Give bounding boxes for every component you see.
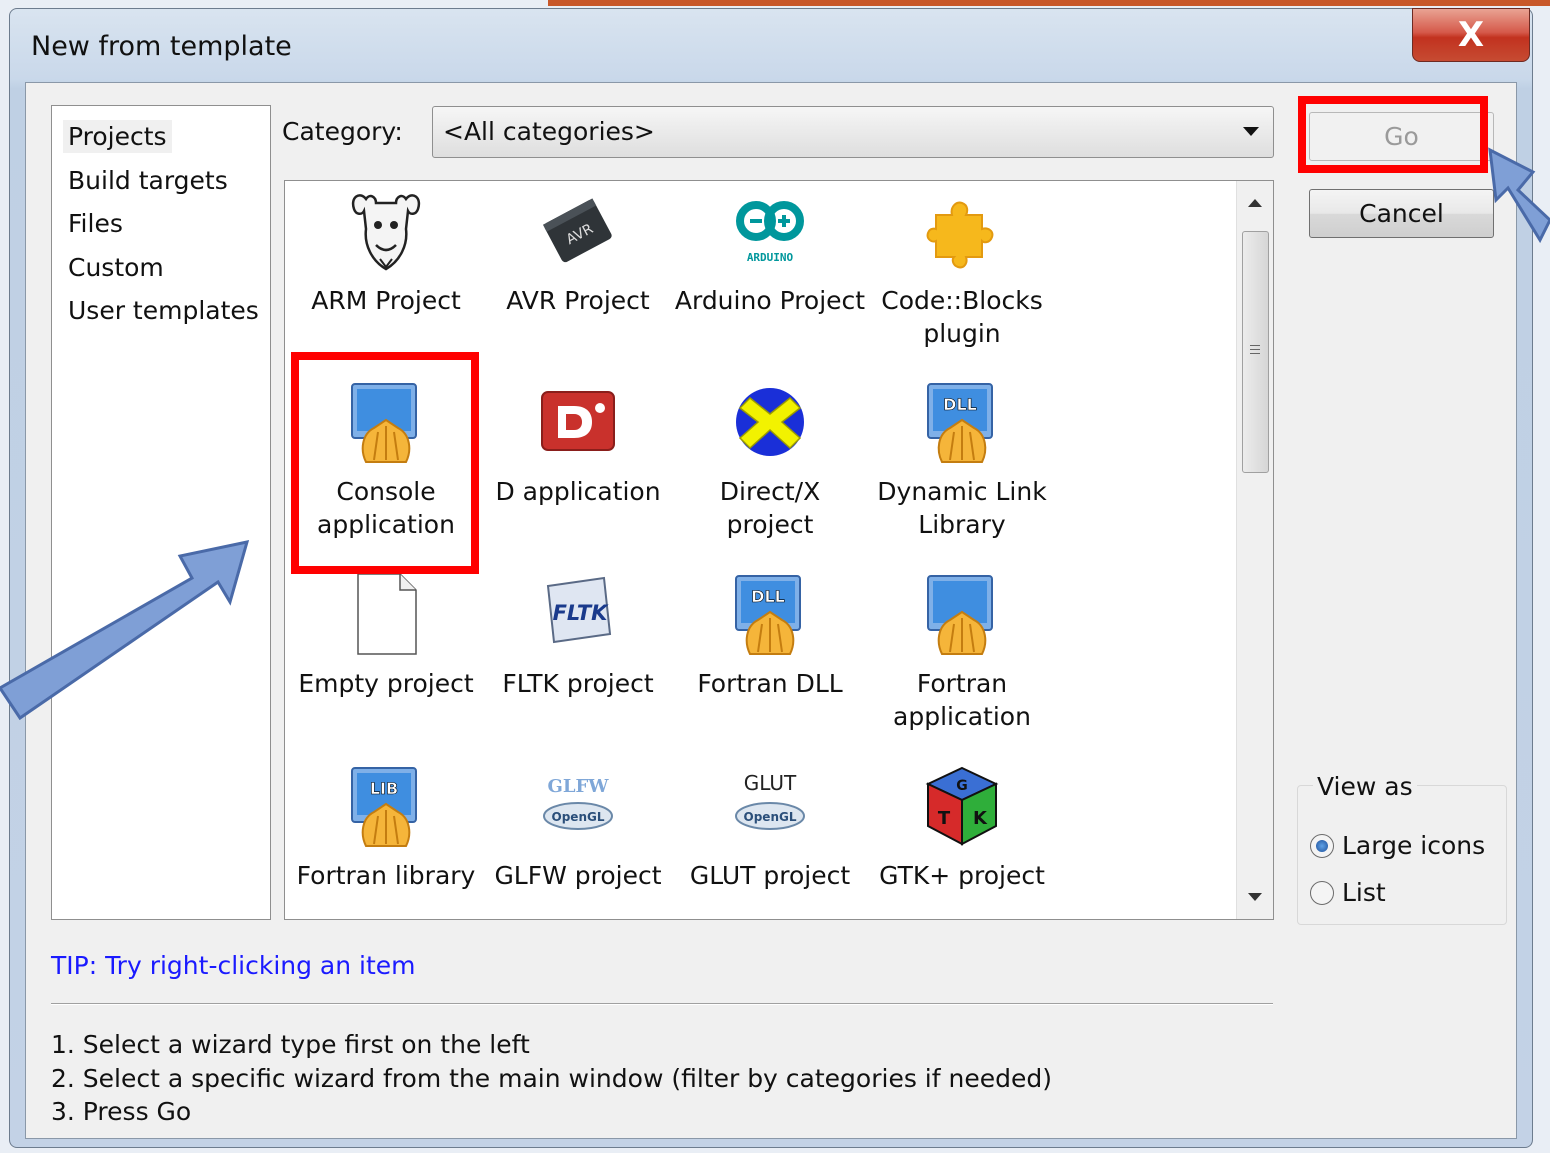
annotation-arrow-left <box>0 540 250 721</box>
annotation-arrows <box>0 147 1550 721</box>
annotation-arrow-right <box>1488 147 1550 244</box>
